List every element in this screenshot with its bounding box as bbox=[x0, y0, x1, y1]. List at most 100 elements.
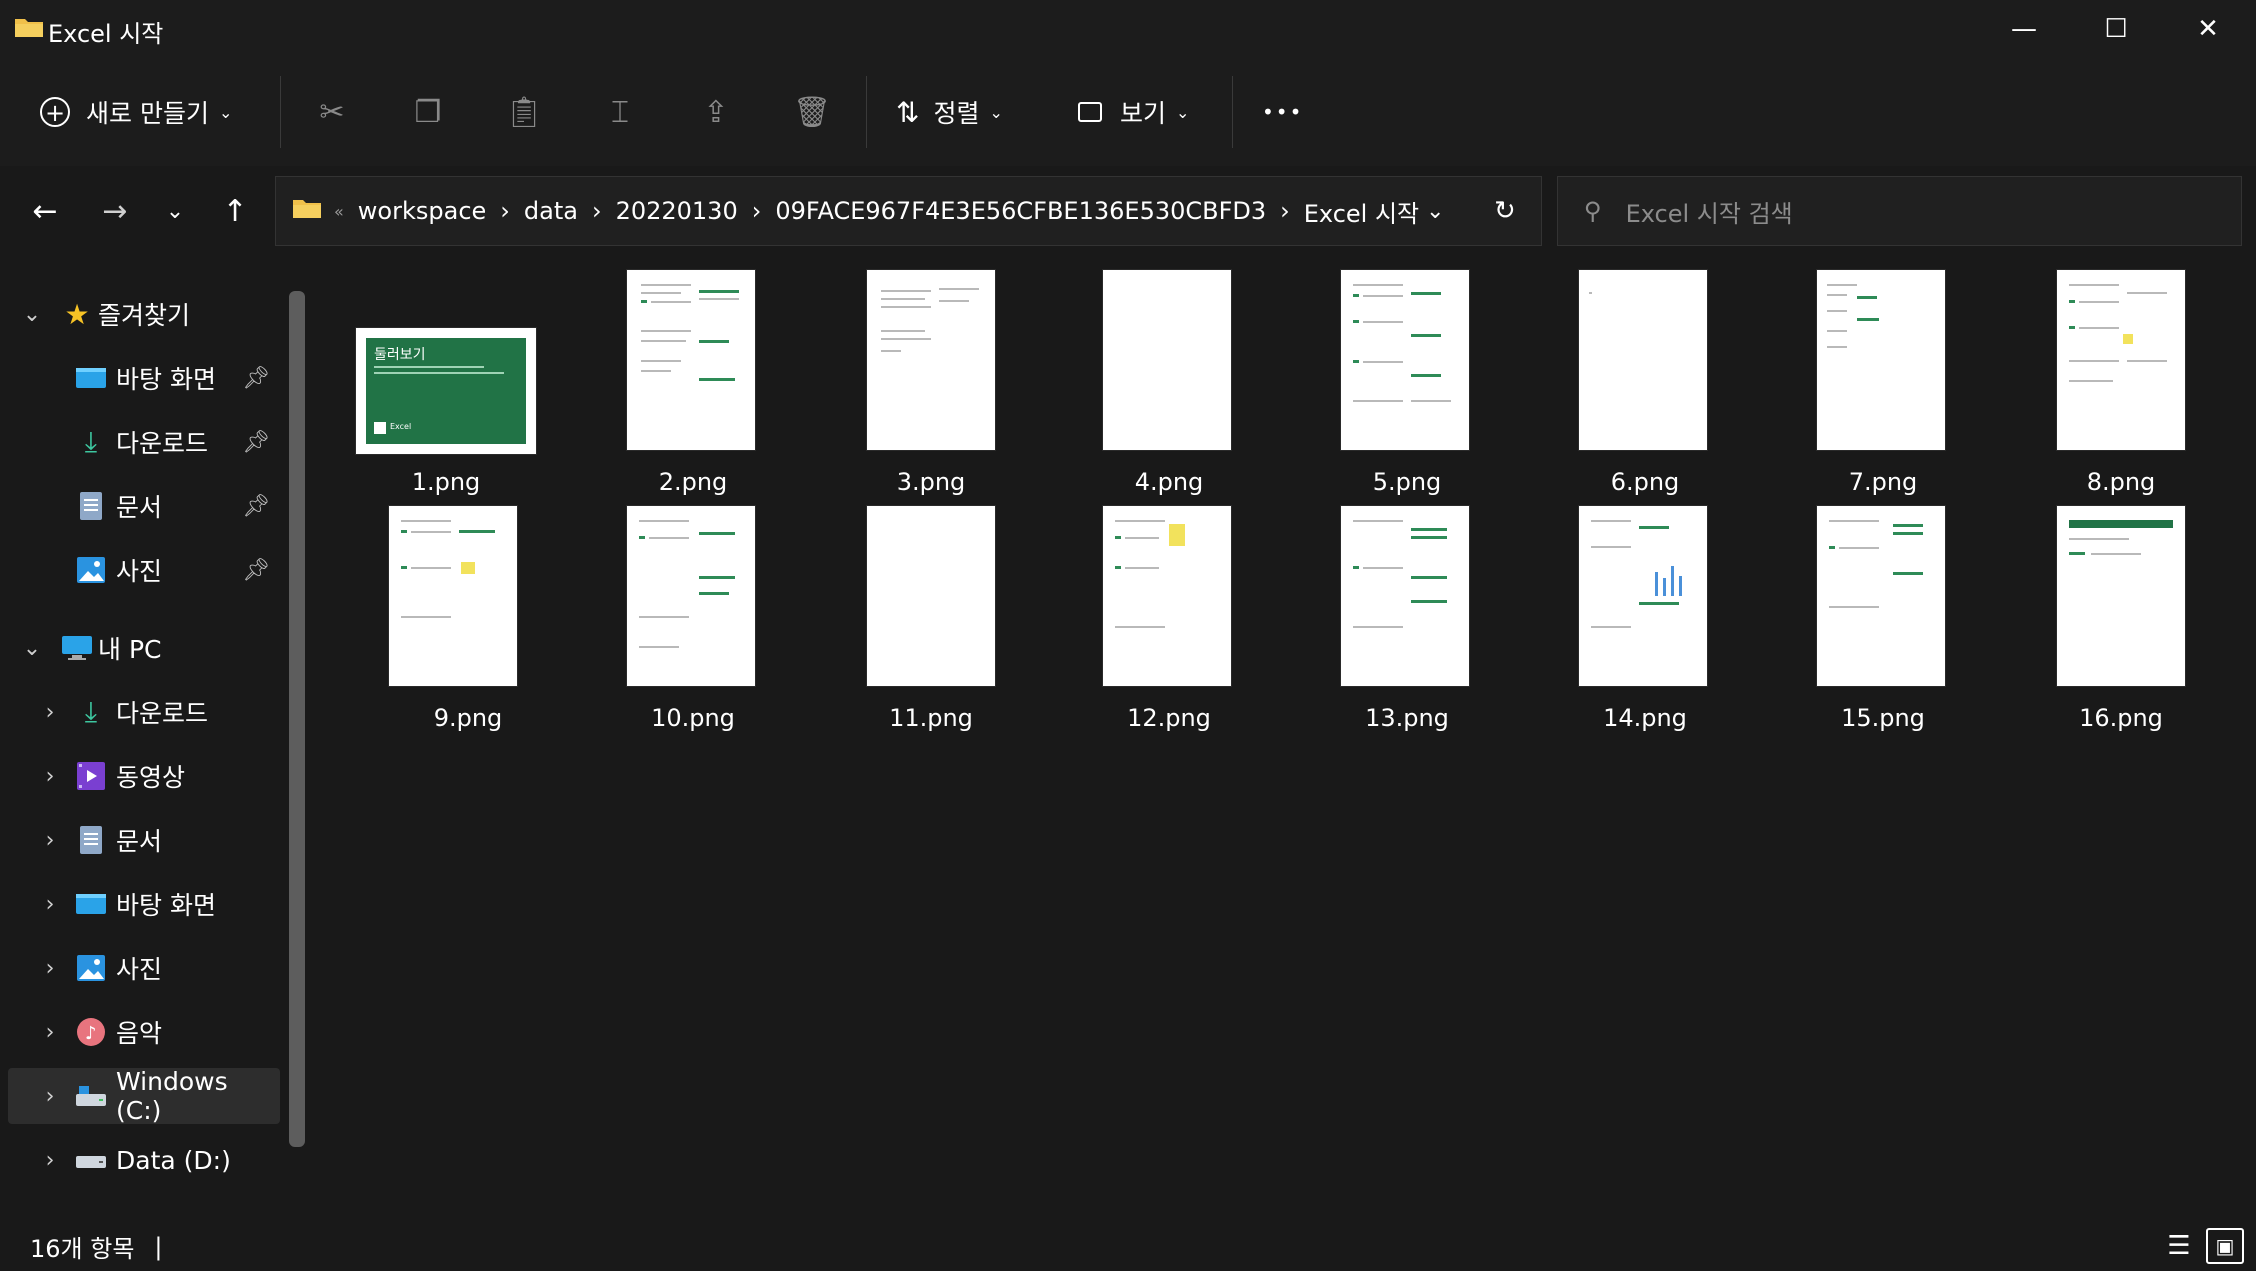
document-icon bbox=[74, 825, 108, 855]
folder-icon bbox=[14, 16, 44, 38]
quick-access-label: 즐겨찾기 bbox=[98, 301, 191, 330]
this-pc-label: 내 PC bbox=[98, 635, 162, 664]
item-count: 16개 항목 bbox=[30, 1235, 135, 1263]
sidebar-item-data-drive[interactable]: › Data (D:) bbox=[0, 1132, 282, 1188]
address-dropdown-icon[interactable]: ⌄ bbox=[1426, 199, 1444, 224]
sidebar-item-windows-drive[interactable]: › Windows (C:) bbox=[8, 1067, 280, 1125]
collapsed-chevron-icon[interactable]: › bbox=[36, 764, 64, 789]
chevron-down-icon: ⌄ bbox=[989, 102, 1003, 122]
file-tile[interactable]: 10.png bbox=[574, 506, 812, 742]
sidebar-item-downloads[interactable]: ⤓ 다운로드 📌︎ bbox=[0, 414, 282, 470]
breadcrumb-overflow[interactable]: « bbox=[334, 202, 344, 221]
status-bar: 16개 항목 | bbox=[0, 1222, 2256, 1271]
sidebar-item-documents[interactable]: 문서 📌︎ bbox=[0, 478, 282, 534]
breadcrumb-current[interactable]: Excel 시작 bbox=[1304, 194, 1419, 229]
file-tile[interactable]: 14.png bbox=[1526, 506, 1764, 742]
close-button[interactable]: ✕ bbox=[2162, 0, 2254, 58]
sidebar-item-desktop[interactable]: › 바탕 화면 bbox=[0, 876, 282, 932]
excel-logo-icon bbox=[374, 422, 386, 434]
details-view-icon[interactable]: ☰ bbox=[2160, 1228, 2198, 1264]
file-tile[interactable]: 9.png bbox=[299, 506, 537, 742]
pin-icon[interactable]: 📌︎ bbox=[242, 430, 270, 455]
view-label: 보기 bbox=[1120, 99, 1167, 128]
sidebar-item-documents[interactable]: › 문서 bbox=[0, 812, 282, 868]
sidebar-item-pictures[interactable]: › 사진 bbox=[0, 940, 282, 996]
collapsed-chevron-icon[interactable]: › bbox=[36, 1020, 64, 1045]
file-tile[interactable]: 12.png bbox=[1050, 506, 1288, 742]
file-thumbnail bbox=[1817, 270, 1945, 450]
share-icon[interactable]: ⇪ bbox=[686, 82, 746, 142]
sort-button[interactable]: ⇅ 정렬 ⌄ bbox=[896, 82, 1026, 142]
address-bar[interactable]: « workspace › data › 20220130 › 09FACE96… bbox=[275, 176, 1542, 246]
cut-icon[interactable]: ✂ bbox=[302, 82, 362, 142]
collapsed-chevron-icon[interactable]: › bbox=[36, 892, 64, 917]
back-arrow-icon[interactable]: ← bbox=[20, 186, 70, 236]
window-title: Excel 시작 bbox=[48, 20, 164, 48]
pin-icon[interactable]: 📌︎ bbox=[242, 558, 270, 583]
pin-icon[interactable]: 📌︎ bbox=[242, 494, 270, 519]
file-tile[interactable]: 둘러보기 Excel 1.png bbox=[356, 270, 594, 506]
large-icons-view-icon[interactable]: ▣ bbox=[2206, 1228, 2244, 1264]
file-tile[interactable]: 7.png bbox=[1764, 270, 2002, 506]
sidebar-item-label: 바탕 화면 bbox=[116, 891, 216, 920]
recent-chevron-icon[interactable]: ⌄ bbox=[150, 186, 200, 236]
collapsed-chevron-icon[interactable]: › bbox=[36, 1084, 64, 1109]
maximize-button[interactable]: ☐ bbox=[2070, 0, 2162, 58]
file-tile[interactable]: 8.png bbox=[2002, 270, 2240, 506]
up-arrow-icon[interactable]: ↑ bbox=[210, 186, 260, 236]
rename-icon[interactable]: ⌶ bbox=[590, 82, 650, 142]
quick-access[interactable]: ⌄ ★ 즐겨찾기 bbox=[0, 286, 282, 342]
file-tile[interactable]: 5.png bbox=[1288, 270, 1526, 506]
collapsed-chevron-icon[interactable]: › bbox=[36, 700, 64, 725]
navigation-pane: ⌄ ★ 즐겨찾기 바탕 화면 📌︎ ⤓ 다운로드 📌︎ 문서 📌︎ 사진 📌︎ … bbox=[0, 256, 319, 1222]
file-tile[interactable]: 3.png bbox=[812, 270, 1050, 506]
file-tile[interactable]: 4.png bbox=[1050, 270, 1288, 506]
new-button[interactable]: + 새로 만들기 ⌄ bbox=[40, 82, 250, 142]
paste-icon[interactable]: 📋︎ bbox=[494, 82, 554, 142]
file-thumbnail bbox=[627, 270, 755, 450]
search-icon: ⚲ bbox=[1584, 197, 1602, 225]
breadcrumb-workspace[interactable]: workspace bbox=[358, 197, 486, 225]
delete-icon[interactable]: 🗑︎ bbox=[782, 82, 842, 142]
forward-arrow-icon[interactable]: → bbox=[90, 186, 140, 236]
minimize-button[interactable]: — bbox=[1978, 0, 2070, 58]
file-thumbnail bbox=[2057, 270, 2185, 450]
pin-icon[interactable]: 📌︎ bbox=[242, 366, 270, 391]
this-pc[interactable]: ⌄ 내 PC bbox=[0, 620, 282, 676]
search-box[interactable]: ⚲ Excel 시작 검색 bbox=[1557, 176, 2242, 246]
file-tile[interactable]: 11.png bbox=[812, 506, 1050, 742]
file-tile[interactable]: 2.png bbox=[574, 270, 812, 506]
expand-chevron-icon[interactable]: ⌄ bbox=[18, 302, 46, 327]
sidebar-item-music[interactable]: › ♪ 음악 bbox=[0, 1004, 282, 1060]
collapsed-chevron-icon[interactable]: › bbox=[36, 1148, 64, 1173]
copy-icon[interactable]: ❐ bbox=[398, 82, 458, 142]
sidebar-item-videos[interactable]: › 동영상 bbox=[0, 748, 282, 804]
file-tile[interactable]: 6.png bbox=[1526, 270, 1764, 506]
sidebar-item-pictures[interactable]: 사진 📌︎ bbox=[0, 542, 282, 598]
sidebar-item-label: 사진 bbox=[116, 557, 163, 586]
expand-chevron-icon[interactable]: ⌄ bbox=[18, 636, 46, 661]
collapsed-chevron-icon[interactable]: › bbox=[36, 956, 64, 981]
file-name: 12.png bbox=[1127, 704, 1211, 732]
breadcrumb-data[interactable]: data bbox=[524, 197, 578, 225]
file-tile[interactable]: 13.png bbox=[1288, 506, 1526, 742]
sidebar-item-downloads[interactable]: › ⤓ 다운로드 bbox=[0, 684, 282, 740]
file-name: 13.png bbox=[1365, 704, 1449, 732]
more-button[interactable]: ••• bbox=[1262, 82, 1303, 142]
view-button[interactable]: 보기 ⌄ bbox=[1078, 82, 1208, 142]
toolbar-separator bbox=[1232, 76, 1233, 148]
file-tile[interactable]: 16.png bbox=[2002, 506, 2240, 742]
document-icon bbox=[74, 491, 108, 521]
sidebar-item-label: 동영상 bbox=[116, 763, 186, 792]
folder-icon bbox=[292, 197, 322, 225]
sidebar-item-desktop[interactable]: 바탕 화면 📌︎ bbox=[0, 350, 282, 406]
file-thumbnail: 둘러보기 Excel bbox=[356, 328, 536, 454]
breadcrumb-date[interactable]: 20220130 bbox=[616, 197, 738, 225]
sidebar-item-label: 문서 bbox=[116, 493, 163, 522]
file-thumbnail bbox=[1817, 506, 1945, 686]
file-tile[interactable]: 15.png bbox=[1764, 506, 2002, 742]
refresh-icon[interactable]: ↻ bbox=[1494, 196, 1516, 226]
collapsed-chevron-icon[interactable]: › bbox=[36, 828, 64, 853]
file-name: 9.png bbox=[433, 704, 503, 732]
breadcrumb-hash[interactable]: 09FACE967F4E3E56CFBE136E530CBFD3 bbox=[775, 197, 1266, 225]
